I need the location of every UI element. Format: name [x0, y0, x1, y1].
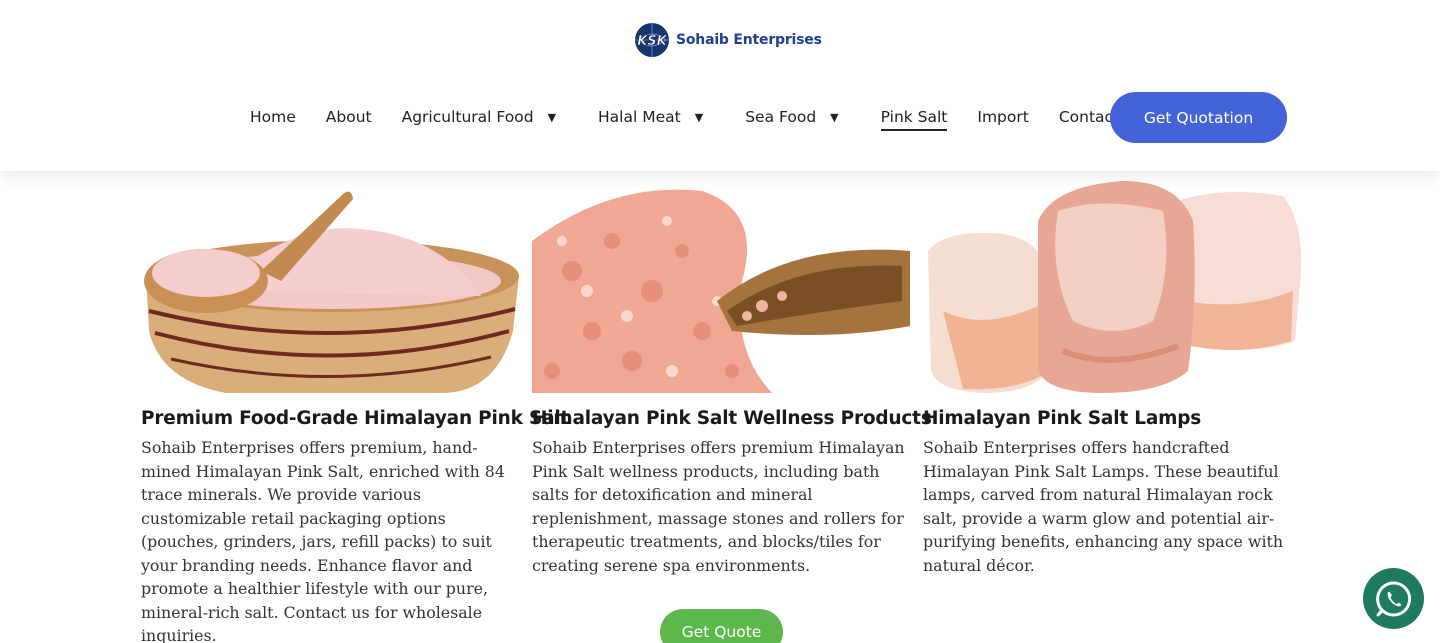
site-header: KSK Sohaib Enterprises Home About Agricu…: [0, 0, 1440, 171]
nav-label: Sea Food: [745, 108, 817, 126]
nav-label: Agricultural Food: [401, 108, 534, 126]
nav-label: Import: [977, 108, 1029, 126]
caret-down-icon: ▼: [830, 110, 839, 124]
product-card-wellness: Himalayan Pink Salt Wellness Products So…: [532, 181, 932, 577]
product-title: Himalayan Pink Salt Lamps: [923, 408, 1202, 429]
product-title: Premium Food-Grade Himalayan Pink Salt: [141, 408, 570, 429]
nav-label: Halal Meat: [598, 108, 681, 126]
main-navigation: Home About Agricultural Food ▼ Halal Meat…: [250, 100, 1149, 134]
product-title: Himalayan Pink Salt Wellness Products: [532, 408, 932, 429]
product-description: Sohaib Enterprises offers premium Himala…: [532, 438, 905, 575]
nav-label: About: [325, 108, 372, 126]
product-card-food-grade: Premium Food-Grade Himalayan Pink Salt S…: [141, 181, 570, 643]
get-quote-button[interactable]: Get Quote: [660, 609, 783, 643]
nav-item-agricultural-food[interactable]: Agricultural Food ▼: [402, 100, 568, 134]
logo-lettering: KSK: [637, 34, 667, 49]
brand-logo-link[interactable]: KSK Sohaib Enterprises: [632, 20, 822, 60]
nav-item-about[interactable]: About: [326, 100, 372, 134]
pink-salt-crystals-scoop-image: [532, 181, 912, 393]
caret-down-icon: ▼: [547, 110, 557, 124]
pink-salt-bowl-image: [141, 181, 521, 393]
salt-lamps-image: [923, 181, 1303, 393]
caret-down-icon: ▼: [694, 110, 704, 124]
nav-item-import[interactable]: Import: [977, 100, 1028, 134]
nav-label: Home: [250, 108, 296, 126]
nav-item-pink-salt[interactable]: Pink Salt: [880, 100, 948, 134]
ksk-logo-icon: KSK: [632, 20, 672, 60]
product-description: Sohaib Enterprises offers premium, hand-…: [141, 438, 505, 643]
nav-item-halal-meat[interactable]: Halal Meat ▼: [598, 100, 715, 134]
get-quotation-button[interactable]: Get Quotation: [1110, 92, 1287, 143]
product-card-lamps: Himalayan Pink Salt Lamps Sohaib Enterpr…: [923, 181, 1303, 577]
whatsapp-chat-button[interactable]: [1363, 568, 1424, 629]
product-description: Sohaib Enterprises offers handcrafted Hi…: [923, 438, 1284, 575]
whatsapp-icon: [1375, 580, 1411, 616]
nav-label: Pink Salt: [880, 108, 948, 126]
nav-item-sea-food[interactable]: Sea Food ▼: [745, 100, 850, 134]
brand-name: Sohaib Enterprises: [676, 32, 822, 48]
nav-item-home[interactable]: Home: [250, 100, 296, 134]
